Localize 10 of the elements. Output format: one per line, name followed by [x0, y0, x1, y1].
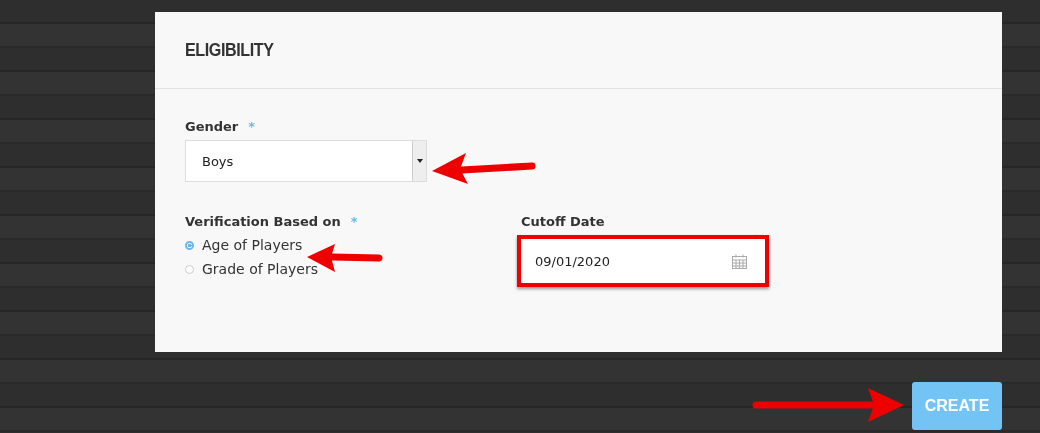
- required-mark: *: [350, 214, 358, 229]
- radio-label[interactable]: Age of Players: [202, 237, 303, 253]
- panel-title: ELIGIBILITY: [185, 39, 274, 61]
- date-field[interactable]: 09/01/2020: [517, 235, 769, 287]
- required-mark: *: [248, 119, 256, 134]
- gender-select[interactable]: Boys: [185, 140, 427, 182]
- field-label: Gender: [185, 119, 239, 134]
- radio-label[interactable]: Grade of Players: [202, 261, 318, 277]
- field-label: Cutoff Date: [521, 214, 605, 229]
- field-label: Verification Based on: [185, 214, 341, 229]
